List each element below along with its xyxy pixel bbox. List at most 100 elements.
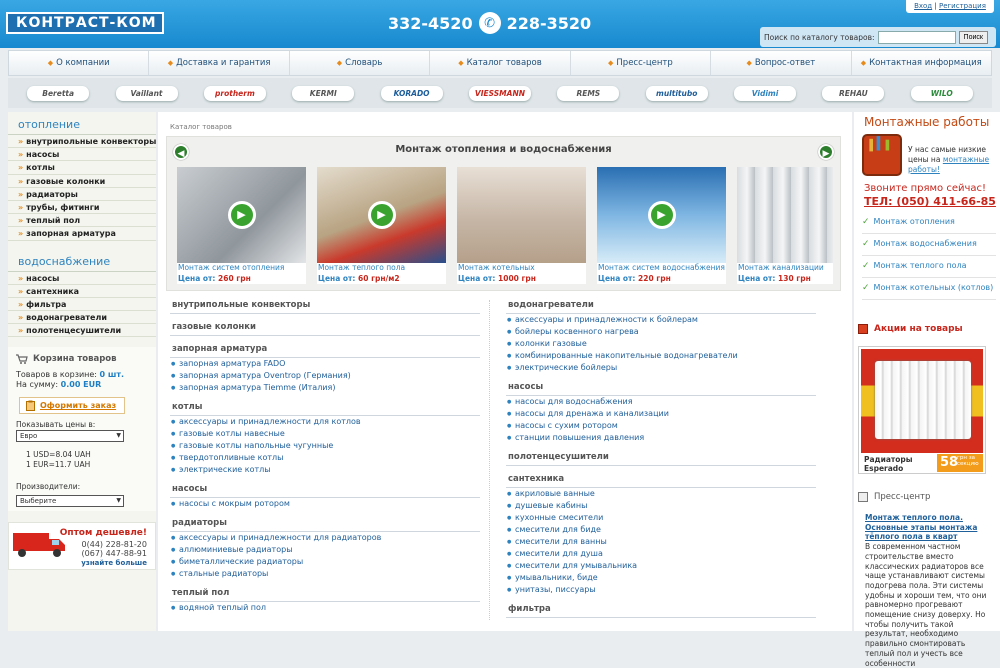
catalog-subcategory-link[interactable]: бойлеры косвенного нагрева <box>506 326 826 338</box>
search-input[interactable] <box>877 30 956 44</box>
slide-caption[interactable]: Монтаж теплого пола <box>317 263 446 273</box>
slide-card[interactable]: Монтаж котельных Цена от: 1000 грн <box>457 167 586 285</box>
catalog-subcategory-link[interactable]: смесители для биде <box>506 524 826 536</box>
catalog-subcategory-link[interactable]: аксессуары и принадлежности для радиатор… <box>170 532 490 544</box>
catalog-section-title[interactable]: сантехника <box>506 472 816 488</box>
play-icon[interactable]: ▶ <box>367 201 396 229</box>
brand-logo[interactable]: Beretta <box>27 85 90 101</box>
catalog-section-title[interactable]: запорная арматура <box>170 342 480 358</box>
catalog-section-title[interactable]: водонагреватели <box>506 298 816 314</box>
search-button[interactable]: Поиск <box>958 30 988 44</box>
sidebar-item-pumps[interactable]: » насосы <box>8 148 156 162</box>
catalog-section-title[interactable]: теплый пол <box>170 586 480 602</box>
slide-caption[interactable]: Монтаж систем отопления <box>177 263 306 273</box>
catalog-section-title[interactable]: внутрипольные конвекторы <box>170 298 480 314</box>
catalog-subcategory-link[interactable]: умывальники, биде <box>506 572 826 584</box>
login-link[interactable]: Вход <box>914 2 932 10</box>
catalog-section-title[interactable]: котлы <box>170 400 480 416</box>
catalog-section-title[interactable]: насосы <box>170 482 480 498</box>
sidebar-item-gas-heaters[interactable]: » газовые колонки <box>8 175 156 188</box>
sidebar-item-valves[interactable]: » запорная арматура <box>8 227 156 241</box>
catalog-subcategory-link[interactable]: стальные радиаторы <box>170 568 490 580</box>
installation-item-floor[interactable]: ✓ Монтаж теплого пола <box>862 256 996 278</box>
catalog-subcategory-link[interactable]: электрические бойлеры <box>506 362 826 374</box>
installation-item-water[interactable]: ✓ Монтаж водоснабжения <box>862 234 996 256</box>
slide-caption[interactable]: Монтаж канализации <box>737 263 833 273</box>
brand-logo[interactable]: KORADO <box>380 85 443 101</box>
catalog-subcategory-link[interactable]: газовые котлы навесные <box>170 428 490 440</box>
sidebar-item-floor-heating[interactable]: » теплый пол <box>8 214 156 228</box>
nav-contacts[interactable]: ◆ Контактная информация <box>852 51 991 75</box>
catalog-subcategory-link[interactable]: насосы для дренажа и канализации <box>506 408 826 420</box>
producers-select[interactable]: Выберите <box>16 495 124 508</box>
slide-card[interactable]: ▶ Монтаж систем водоснабжения Цена от: 2… <box>597 167 726 285</box>
brand-logo[interactable]: VIESSMANN <box>468 85 531 101</box>
slide-caption[interactable]: Монтаж котельных <box>457 263 586 273</box>
catalog-subcategory-link[interactable]: газовые котлы напольные чугунные <box>170 440 490 452</box>
catalog-subcategory-link[interactable]: колонки газовые <box>506 338 826 350</box>
nav-press[interactable]: ◆ Пресс-центр <box>571 51 712 75</box>
logo[interactable]: КОНТРАСТ-КОМ <box>6 12 164 34</box>
brand-logo[interactable]: WILO <box>910 85 973 101</box>
catalog-subcategory-link[interactable]: кухонные смесители <box>506 512 826 524</box>
sidebar-item-water-heaters[interactable]: » водонагреватели <box>8 311 156 325</box>
currency-select[interactable]: Евро <box>16 430 124 443</box>
brand-logo[interactable]: REHAU <box>822 85 885 101</box>
slide-card[interactable]: ▶ Монтаж теплого пола Цена от: 60 грн/м2 <box>317 167 446 285</box>
installation-item-heating[interactable]: ✓ Монтаж отопления <box>862 212 996 234</box>
catalog-subcategory-link[interactable]: водяной теплый пол <box>170 602 490 614</box>
slider-next-button[interactable]: ▶ <box>818 144 834 160</box>
catalog-subcategory-link[interactable]: запорная арматура FADO <box>170 358 490 370</box>
catalog-section-title[interactable]: полотенцесушители <box>506 450 816 466</box>
catalog-subcategory-link[interactable]: насосы для водоснабжения <box>506 396 826 408</box>
catalog-section-title[interactable]: радиаторы <box>170 516 480 532</box>
slide-caption[interactable]: Монтаж систем водоснабжения <box>597 263 726 273</box>
catalog-section-title[interactable]: насосы <box>506 380 816 396</box>
catalog-subcategory-link[interactable]: аллюминиевые радиаторы <box>170 544 490 556</box>
play-icon[interactable]: ▶ <box>227 201 256 229</box>
catalog-subcategory-link[interactable]: электрические котлы <box>170 464 490 476</box>
catalog-subcategory-link[interactable]: смесители для ванны <box>506 536 826 548</box>
sidebar-item-filters[interactable]: » фильтра <box>8 298 156 312</box>
register-link[interactable]: Регистрация <box>939 2 986 10</box>
brand-logo[interactable]: multitubo <box>645 85 708 101</box>
brand-logo[interactable]: REMS <box>557 85 620 101</box>
nav-about[interactable]: ◆ О компании <box>9 51 150 75</box>
catalog-subcategory-link[interactable]: насосы с мокрым ротором <box>170 498 490 510</box>
catalog-subcategory-link[interactable]: запорная арматура Tiemme (Италия) <box>170 382 490 394</box>
catalog-subcategory-link[interactable]: комбинированные накопительные водонагрев… <box>506 350 826 362</box>
catalog-section-title[interactable]: газовые колонки <box>170 320 480 336</box>
sidebar-item-plumbing[interactable]: » сантехника <box>8 285 156 298</box>
sidebar-item-radiators[interactable]: » радиаторы <box>8 188 156 201</box>
sidebar-item-boilers[interactable]: » котлы <box>8 161 156 175</box>
slide-card[interactable]: Монтаж канализации Цена от: 130 грн <box>737 167 833 285</box>
wholesale-more-link[interactable]: узнайте больше <box>81 559 147 567</box>
catalog-subcategory-link[interactable]: акриловые ванные <box>506 488 826 500</box>
brand-logo[interactable]: Vaillant <box>115 85 178 101</box>
catalog-subcategory-link[interactable]: насосы с сухим ротором <box>506 420 826 432</box>
catalog-subcategory-link[interactable]: смесители для душа <box>506 548 826 560</box>
play-icon[interactable]: ▶ <box>647 201 676 229</box>
brand-logo[interactable]: KERMI <box>292 85 355 101</box>
installation-item-boiler-rooms[interactable]: ✓ Монтаж котельных (котлов) <box>862 278 996 300</box>
press-article-link[interactable]: Монтаж теплого пола. Основные этапы монт… <box>865 513 993 542</box>
sidebar-item-towel-dryers[interactable]: » полотенцесушители <box>8 324 156 338</box>
nav-dictionary[interactable]: ◆ Словарь <box>290 51 431 75</box>
brand-logo[interactable]: protherm <box>203 85 266 101</box>
catalog-subcategory-link[interactable]: биметаллические радиаторы <box>170 556 490 568</box>
promo-card[interactable]: Радиаторы Esperado 58 грн за секцию <box>858 346 986 474</box>
slide-card[interactable]: ▶ Монтаж систем отопления Цена от: 260 г… <box>177 167 306 285</box>
phone-link[interactable]: ТЕЛ: (050) 411-66-85 <box>864 195 996 208</box>
sidebar-item-pipes[interactable]: » трубы, фитинги <box>8 201 156 215</box>
catalog-section-title[interactable]: фильтра <box>506 602 816 618</box>
catalog-subcategory-link[interactable]: смесители для умывальника <box>506 560 826 572</box>
nav-faq[interactable]: ◆ Вопрос-ответ <box>711 51 852 75</box>
wholesale-banner[interactable]: Оптом дешевле! 0(44) 228-81-20 (067) 447… <box>8 522 156 570</box>
catalog-subcategory-link[interactable]: твердотопливные котлы <box>170 452 490 464</box>
brand-logo[interactable]: Vidimi <box>734 85 797 101</box>
sidebar-item-convectors[interactable]: » внутрипольные конвекторы <box>8 135 156 149</box>
catalog-subcategory-link[interactable]: душевые кабины <box>506 500 826 512</box>
catalog-subcategory-link[interactable]: станции повышения давления <box>506 432 826 444</box>
nav-catalog[interactable]: ◆ Каталог товаров <box>430 51 571 75</box>
catalog-subcategory-link[interactable]: запорная арматура Oventrop (Германия) <box>170 370 490 382</box>
